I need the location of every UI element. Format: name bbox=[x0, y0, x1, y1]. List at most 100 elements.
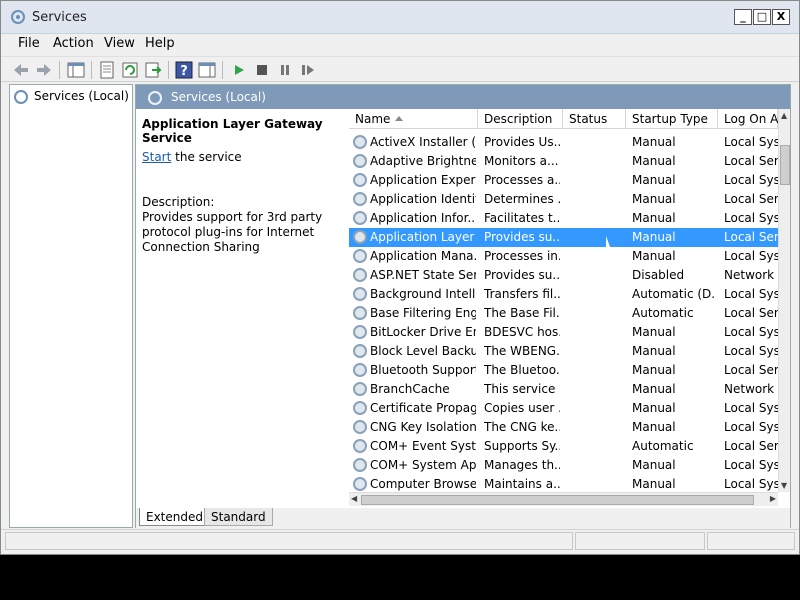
scroll-right-arrow-icon[interactable]: ▶ bbox=[770, 494, 776, 503]
vertical-scroll-thumb[interactable] bbox=[780, 145, 790, 185]
show-hide-console-tree-icon[interactable] bbox=[67, 61, 85, 79]
cell-startup-type: Manual bbox=[632, 458, 676, 472]
table-row[interactable]: Bluetooth Support... The Bluetoo... Manual… bbox=[349, 361, 778, 380]
cell-log-on-as: Local Syst bbox=[724, 135, 778, 149]
status-segment bbox=[5, 532, 573, 550]
start-service-icon[interactable] bbox=[230, 61, 248, 79]
window-title: Services bbox=[32, 10, 87, 25]
table-row[interactable]: COM+ Event Syst... Supports Sy... Automati… bbox=[349, 437, 778, 456]
cell-name: Application Mana... bbox=[370, 249, 476, 263]
table-row[interactable]: Computer Browser Maintains a... Manual Loca… bbox=[349, 475, 778, 492]
cell-log-on-as: Local Serv bbox=[724, 306, 778, 320]
table-row[interactable]: Application Experi... Processes a... Manua… bbox=[349, 171, 778, 190]
table-row[interactable]: Adaptive Brightness Monitors a... Manual Lo… bbox=[349, 152, 778, 171]
table-row[interactable]: Application Infor... Facilitates t... Manu… bbox=[349, 209, 778, 228]
scroll-up-arrow-icon[interactable]: ▲ bbox=[781, 111, 787, 120]
cell-description: The Bluetoo... bbox=[484, 363, 560, 377]
minimize-button[interactable]: _ bbox=[734, 9, 752, 25]
column-header-status[interactable]: Status bbox=[563, 109, 626, 129]
cell-description: This service ... bbox=[484, 382, 560, 396]
cell-name: Base Filtering Engi... bbox=[370, 306, 476, 320]
restart-service-icon[interactable] bbox=[299, 61, 317, 79]
services-gear-icon bbox=[148, 91, 162, 105]
scroll-left-arrow-icon[interactable]: ◀ bbox=[351, 494, 357, 503]
column-header-label: Startup Type bbox=[632, 112, 708, 126]
scroll-down-arrow-icon[interactable]: ▼ bbox=[781, 481, 787, 490]
cell-log-on-as: Local Serv bbox=[724, 230, 778, 244]
cell-startup-type: Manual bbox=[632, 477, 676, 491]
forward-arrow-icon[interactable] bbox=[35, 61, 53, 79]
column-header-startup-type[interactable]: Startup Type bbox=[626, 109, 718, 129]
title-bar[interactable]: Services _ □ X bbox=[1, 1, 799, 34]
service-gear-icon bbox=[353, 135, 367, 149]
cell-description: Provides su... bbox=[484, 230, 560, 244]
table-row[interactable]: Certificate Propag... Copies user ... Manu… bbox=[349, 399, 778, 418]
close-button[interactable]: X bbox=[772, 9, 790, 25]
export-list-icon[interactable] bbox=[144, 61, 162, 79]
column-header-description[interactable]: Description bbox=[478, 109, 563, 129]
table-row[interactable]: ASP.NET State Ser... Provides su... Disabl… bbox=[349, 266, 778, 285]
service-gear-icon bbox=[353, 306, 367, 320]
pause-service-icon[interactable] bbox=[276, 61, 294, 79]
cell-name: Application Infor... bbox=[370, 211, 476, 225]
show-action-pane-icon[interactable] bbox=[198, 61, 216, 79]
menu-action[interactable]: Action bbox=[53, 36, 94, 51]
table-row[interactable]: BranchCache This service ... Manual Network… bbox=[349, 380, 778, 399]
cell-log-on-as: Local Serv bbox=[724, 439, 778, 453]
service-gear-icon bbox=[353, 325, 367, 339]
service-details-pane: Application Layer Gateway Service Start … bbox=[136, 109, 348, 509]
table-row[interactable]: ActiveX Installer (... Provides Us... Manu… bbox=[349, 133, 778, 152]
refresh-icon[interactable] bbox=[121, 61, 139, 79]
cell-name: Bluetooth Support... bbox=[370, 363, 476, 377]
tab-standard[interactable]: Standard bbox=[204, 508, 273, 526]
start-service-link[interactable]: Start bbox=[142, 150, 171, 164]
service-gear-icon bbox=[353, 401, 367, 415]
cell-name: ASP.NET State Ser... bbox=[370, 268, 476, 282]
cell-log-on-as: Local Syst bbox=[724, 325, 778, 339]
table-row[interactable]: Block Level Backu... The WBENG... Manual Lo… bbox=[349, 342, 778, 361]
maximize-button[interactable]: □ bbox=[753, 9, 771, 25]
cell-log-on-as: Local Syst bbox=[724, 249, 778, 263]
cell-log-on-as: Local Serv bbox=[724, 192, 778, 206]
cell-name: Computer Browser bbox=[370, 477, 476, 491]
help-icon[interactable]: ? bbox=[175, 61, 193, 79]
horizontal-scroll-thumb[interactable] bbox=[361, 495, 754, 505]
stop-service-icon[interactable] bbox=[253, 61, 271, 79]
cell-name: BranchCache bbox=[370, 382, 450, 396]
table-row[interactable]: Base Filtering Engi... The Base Fil... Aut… bbox=[349, 304, 778, 323]
cell-startup-type: Manual bbox=[632, 135, 676, 149]
table-row[interactable]: CNG Key Isolation The CNG ke... Manual Loca… bbox=[349, 418, 778, 437]
vertical-scrollbar[interactable]: ▲ ▼ bbox=[778, 109, 790, 492]
service-description: Provides support for 3rd party protocol … bbox=[142, 210, 323, 254]
properties-icon[interactable] bbox=[98, 61, 116, 79]
cell-description: The WBENG... bbox=[484, 344, 560, 358]
cell-description: Provides su... bbox=[484, 268, 560, 282]
back-arrow-icon[interactable] bbox=[12, 61, 30, 79]
menu-help[interactable]: Help bbox=[145, 36, 175, 51]
service-gear-icon bbox=[353, 382, 367, 396]
horizontal-scrollbar[interactable]: ◀ ▶ bbox=[349, 492, 778, 506]
table-row[interactable]: Application Layer ... Provides su... Manua… bbox=[349, 228, 778, 247]
table-row[interactable]: COM+ System Ap... Manages th... Manual Loca… bbox=[349, 456, 778, 475]
service-gear-icon bbox=[353, 439, 367, 453]
table-row[interactable]: Application Mana... Processes in... Manual… bbox=[349, 247, 778, 266]
service-gear-icon bbox=[353, 420, 367, 434]
menu-view[interactable]: View bbox=[104, 36, 135, 51]
toolbar-separator bbox=[222, 61, 223, 79]
menu-file[interactable]: File bbox=[18, 36, 40, 51]
cell-log-on-as: Local Syst bbox=[724, 173, 778, 187]
cell-startup-type: Manual bbox=[632, 344, 676, 358]
table-row[interactable]: Background Intelli... Transfers fil... Aut… bbox=[349, 285, 778, 304]
menu-bar: File Action View Help bbox=[1, 35, 799, 55]
cell-startup-type: Automatic (D... bbox=[632, 287, 716, 301]
tree-item-label: Services (Local) bbox=[34, 89, 129, 103]
column-header-log-on-as[interactable]: Log On A bbox=[718, 109, 778, 129]
table-row[interactable]: Application Identity Determines ... Manual… bbox=[349, 190, 778, 209]
column-header-label: Name bbox=[355, 112, 391, 126]
tab-extended[interactable]: Extended bbox=[139, 508, 210, 526]
column-header-name[interactable]: Name bbox=[349, 109, 478, 129]
column-header-label: Status bbox=[569, 112, 608, 126]
table-row[interactable]: BitLocker Drive En... BDESVC hos... Manual… bbox=[349, 323, 778, 342]
cell-description: BDESVC hos... bbox=[484, 325, 560, 339]
cell-description: Supports Sy... bbox=[484, 439, 560, 453]
